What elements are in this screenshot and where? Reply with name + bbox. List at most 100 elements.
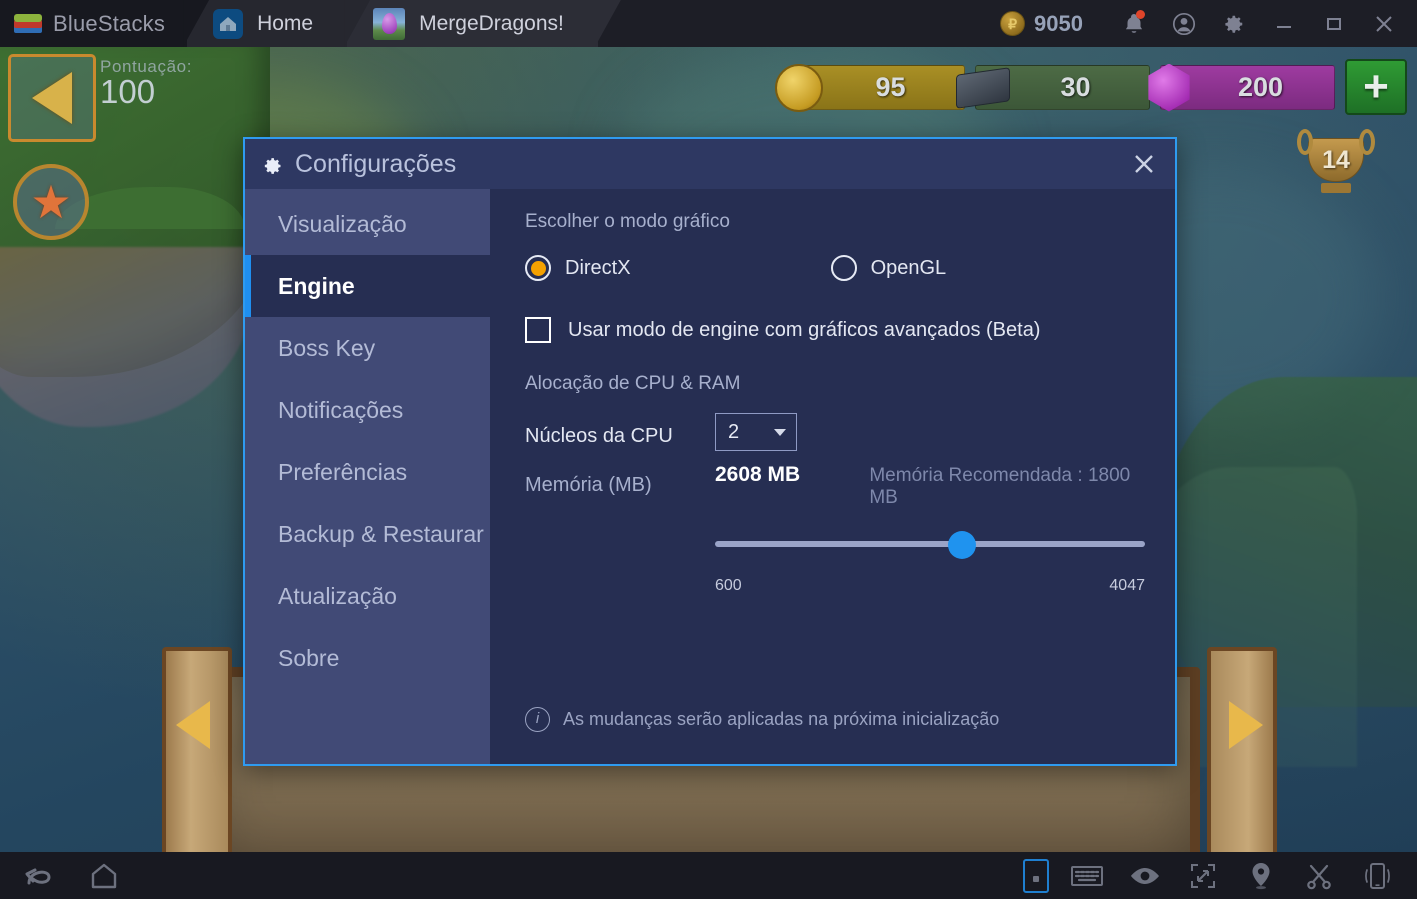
home-icon[interactable] [84,856,124,896]
stone-icon [956,66,1010,109]
close-button[interactable] [1359,0,1409,47]
tab-home-label: Home [257,11,314,35]
advanced-graphics-checkbox[interactable] [525,317,551,343]
game-star-button[interactable]: ★ [13,164,89,240]
cpu-ram-allocation-label: Alocação de CPU & RAM [525,373,741,394]
scissors-icon[interactable] [1299,856,1339,896]
add-resource-button[interactable]: + [1345,59,1407,115]
notifications-button[interactable] [1109,0,1159,47]
dialog-title: Configurações [295,149,457,178]
title-bar: BlueStacks Home MergeDragons! ₽ 9050 [0,0,1417,47]
sidebar-item-backup-restaurar[interactable]: Backup & Restaurar [245,503,490,565]
resource-gold[interactable]: 95 [775,63,965,112]
left-arrow-icon [176,701,210,749]
resource-stone-value: 30 [1060,71,1091,102]
shake-phone-icon[interactable] [1357,856,1397,896]
brand: BlueStacks [0,0,188,47]
fullscreen-icon[interactable] [1183,856,1223,896]
dragon-egg-icon [373,7,406,40]
points-display[interactable]: ₽ 9050 [1000,11,1083,37]
advanced-graphics-checkbox-row[interactable]: Usar modo de engine com gráficos avançad… [525,317,1145,343]
memory-label: Memória (MB) [525,473,652,496]
memory-slider-range: 600 4047 [715,577,1145,595]
back-arrow-icon[interactable] [20,856,60,896]
sidebar-item-preferencias[interactable]: Preferências [245,441,490,503]
titlebar-actions: ₽ 9050 [1000,0,1417,47]
sidebar-item-label: Preferências [278,458,408,485]
sidebar-item-label: Visualização [278,210,407,237]
coin-icon [775,63,823,112]
settings-dialog: Configurações Visualização Engine Boss K… [243,137,1177,766]
trophy-base-icon [1321,183,1351,193]
radio-option-opengl[interactable]: OpenGL [830,255,946,281]
sidebar-item-boss-key[interactable]: Boss Key [245,317,490,379]
sidebar-item-label: Atualização [278,582,397,609]
radio-option-directx[interactable]: DirectX [525,255,631,281]
board-scroll-left-button[interactable] [162,647,232,852]
bottom-toolbar-right [1023,856,1407,896]
minimize-button[interactable] [1259,0,1309,47]
location-pin-icon[interactable] [1241,856,1281,896]
gear-icon [263,154,283,174]
bottom-toolbar-left [10,856,124,896]
app-window: ★ Pontuação: 100 95 30 200 + 14 BlueStac… [0,0,1417,899]
radio-opengl-indicator[interactable] [830,255,857,281]
memory-value: 2608 MB [715,463,801,486]
advanced-graphics-label: Usar modo de engine com gráficos avançad… [568,318,1041,341]
sidebar-item-notificacoes[interactable]: Notificações [245,379,490,441]
multi-instance-icon[interactable] [1023,858,1049,893]
star-icon: ★ [30,176,72,228]
resource-stone[interactable]: 30 [956,64,1150,110]
memory-slider-min: 600 [715,577,742,594]
account-button[interactable] [1159,0,1209,47]
restart-note-text: As mudanças serão aplicadas na próxima i… [563,709,1000,729]
chevron-down-icon [774,428,786,436]
engine-settings-panel: Escolher o modo gráfico DirectX OpenGL U… [490,189,1175,764]
cpu-ram-inputs: 2 2608 MB Memória Recomendada : 1800 MB [715,413,1145,595]
cpu-cores-label: Núcleos da CPU [525,424,673,447]
cpu-cores-select[interactable]: 2 [715,413,797,451]
sidebar-item-atualizacao[interactable]: Atualização [245,565,490,627]
game-back-button[interactable] [8,54,96,142]
trophy-handle-right-icon [1359,129,1375,155]
sidebar-item-label: Notificações [278,396,404,423]
resource-gem[interactable]: 200 [1148,63,1335,112]
memory-slider-thumb[interactable] [948,531,977,559]
back-arrow-icon [32,72,72,124]
graphics-mode-radio-group: DirectX OpenGL [525,255,1145,281]
radio-directx-indicator[interactable] [525,255,551,281]
tab-mergedragons[interactable]: MergeDragons! [347,0,598,47]
dialog-sidebar: Visualização Engine Boss Key Notificaçõe… [245,189,490,764]
memory-slider[interactable] [715,531,1145,559]
score-value: 100 [100,73,156,110]
restart-note: i As mudanças serão aplicadas na próxima… [525,707,1135,732]
home-icon [213,8,244,39]
memory-slider-track[interactable] [715,541,1145,547]
sidebar-item-label: Sobre [278,644,340,671]
cpu-ram-controls: Núcleos da CPU Memória (MB) 2 2608 MB Me… [525,413,1145,595]
points-coin-icon: ₽ [1000,11,1026,36]
sidebar-item-visualizacao[interactable]: Visualização [245,193,490,255]
keyboard-icon[interactable] [1067,856,1107,896]
radio-directx-label: DirectX [565,256,631,279]
bottom-toolbar [0,852,1417,899]
maximize-button[interactable] [1309,0,1359,47]
dialog-close-button[interactable] [1121,141,1167,187]
sidebar-item-sobre[interactable]: Sobre [245,627,490,689]
memory-slider-max: 4047 [1109,577,1145,594]
tab-home[interactable]: Home [187,0,348,47]
trophy-value: 14 [1308,138,1364,182]
tab-mergedragons-label: MergeDragons! [419,11,564,35]
trophy-badge[interactable]: 14 [1297,123,1375,197]
sidebar-item-engine[interactable]: Engine [245,255,490,317]
bluestacks-logo-icon [14,12,42,36]
memory-readout: 2608 MB Memória Recomendada : 1800 MB [715,463,1145,509]
resource-gold-value: 95 [875,71,906,102]
eye-icon[interactable] [1125,856,1165,896]
trophy-handle-left-icon [1297,129,1313,155]
settings-gear-button[interactable] [1209,0,1259,47]
board-scroll-right-button[interactable] [1207,647,1277,852]
score-label: Pontuação: [100,57,193,76]
cpu-ram-labels: Núcleos da CPU Memória (MB) [525,413,715,511]
cpu-cores-value: 2 [728,420,740,443]
